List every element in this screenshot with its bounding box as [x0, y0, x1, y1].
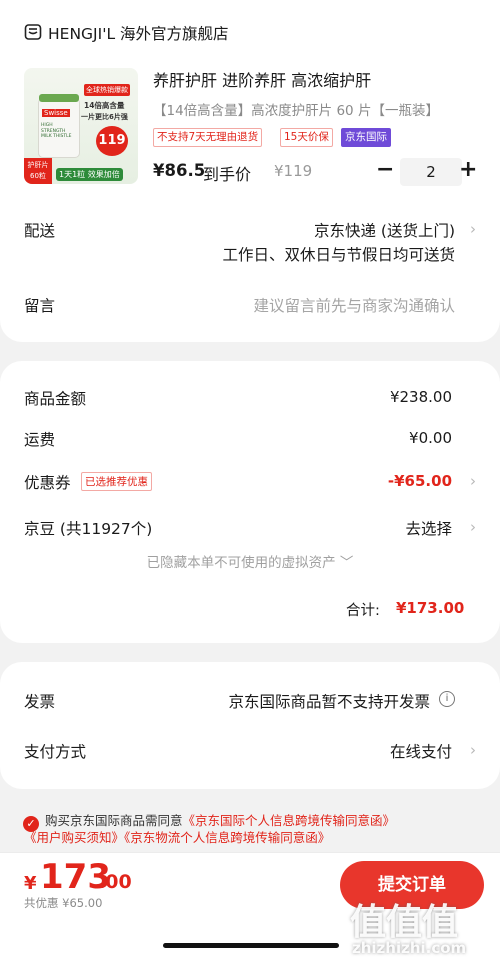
info-icon[interactable]: i: [439, 691, 455, 707]
invoice-payment-card: 发票 京东国际商品暂不支持开发票 i 支付方式 在线支付 ›: [0, 662, 500, 789]
coupon-tag: 已选推荐优惠: [81, 472, 152, 491]
watermark-logo: 值值值: [350, 902, 459, 943]
invoice-value: 京东国际商品暂不支持开发票: [228, 693, 430, 711]
shipping-label: 运费: [24, 431, 56, 449]
hidden-assets-toggle[interactable]: 已隐藏本单不可使用的虚拟资产 ﹀: [0, 551, 500, 571]
total-value: ¥173.00: [396, 599, 465, 617]
no-return-tag: 不支持7天无理由退货: [153, 128, 263, 147]
bottle-image: Swisse HIGH STRENGTH MILK THISTLE: [38, 94, 80, 158]
total-label: 合计:: [346, 603, 380, 619]
agreement-link-notice[interactable]: 《用户购买须知》: [24, 830, 124, 845]
note-input[interactable]: 建议留言前先与商家沟通确认: [253, 294, 455, 316]
jd-intl-tag: 京东国际: [341, 128, 391, 147]
footer-discount: 共优惠 ¥65.00: [24, 896, 103, 910]
agreement-link-logistics[interactable]: 《京东物流个人信息跨境传输同意函》: [124, 830, 330, 845]
order-card: HENGJI'L 海外官方旗舰店 全球热销爆款 Swisse HIGH STRE…: [0, 0, 500, 342]
product-image[interactable]: 全球热销爆款 Swisse HIGH STRENGTH MILK THISTLE…: [24, 68, 138, 184]
product-price: ¥86.5: [153, 161, 206, 180]
thumb-bottom-badge: 1天1粒 效果加倍: [56, 168, 123, 181]
product-title[interactable]: 养肝护肝 进阶养肝 高浓缩护肝: [153, 67, 371, 91]
original-price: ¥119: [274, 162, 313, 180]
payment-value[interactable]: 在线支付: [390, 740, 452, 762]
thumb-claim-2: 一片更比6片强: [81, 113, 128, 121]
delivery-days: 工作日、双休日与节假日均可送货: [222, 246, 455, 264]
chevron-right-icon[interactable]: ›: [470, 220, 476, 238]
goods-amount-label: 商品金额: [24, 390, 87, 408]
checkout-bar: ¥ 173 .00 共优惠 ¥65.00 提交订单 值值值 zhizhizhi.…: [0, 852, 500, 962]
chevron-right-icon[interactable]: ›: [470, 472, 476, 490]
coupon-label: 优惠券: [24, 474, 71, 492]
shipping-value: ¥0.00: [409, 429, 452, 447]
plus-icon[interactable]: +: [459, 157, 477, 182]
home-indicator: [163, 943, 339, 948]
coupon-value[interactable]: -¥65.00: [388, 472, 452, 490]
agreement-line-2: 《用户购买须知》《京东物流个人信息跨境传输同意函》: [24, 827, 330, 846]
jd-bean-select[interactable]: 去选择: [405, 517, 452, 539]
delivery-label: 配送: [24, 222, 56, 240]
price-protect-tag: 15天价保: [280, 128, 333, 147]
delivery-method[interactable]: 京东快递 (送货上门): [314, 219, 455, 241]
footer-currency: ¥: [24, 873, 37, 894]
agreement-link-intl[interactable]: 《京东国际个人信息跨境传输同意函》: [183, 813, 396, 828]
watermark-url: zhizhizhi.com: [352, 939, 467, 957]
note-label: 留言: [24, 297, 56, 315]
store-name[interactable]: HENGJI'L 海外官方旗舰店: [48, 22, 229, 44]
quantity-stepper[interactable]: 2: [400, 158, 462, 186]
minus-icon[interactable]: −: [376, 157, 394, 182]
price-summary-card: 商品金额 ¥238.00 运费 ¥0.00 优惠券 已选推荐优惠 -¥65.00…: [0, 361, 500, 643]
product-spec: 【14倍高含量】高浓度护肝片 60 片【一瓶装】: [153, 103, 439, 119]
payment-label: 支付方式: [24, 743, 87, 761]
chevron-right-icon[interactable]: ›: [470, 518, 476, 536]
thumb-banner: 全球热销爆款: [84, 84, 130, 96]
footer-total-dec: .00: [98, 871, 132, 893]
store-icon: [24, 23, 42, 45]
jd-bean-label: 京豆 (共11927个): [24, 520, 153, 538]
chevron-down-icon: ﹀: [339, 555, 354, 571]
thumb-claim-1: 14倍高含量: [84, 101, 125, 110]
thumb-price-badge: 119: [96, 126, 128, 156]
goods-amount-value: ¥238.00: [389, 388, 452, 406]
price-suffix: 到手价: [203, 165, 252, 184]
chevron-right-icon[interactable]: ›: [470, 741, 476, 759]
invoice-label: 发票: [24, 693, 56, 711]
thumb-side-badge: 护肝片 60粒: [24, 158, 52, 184]
